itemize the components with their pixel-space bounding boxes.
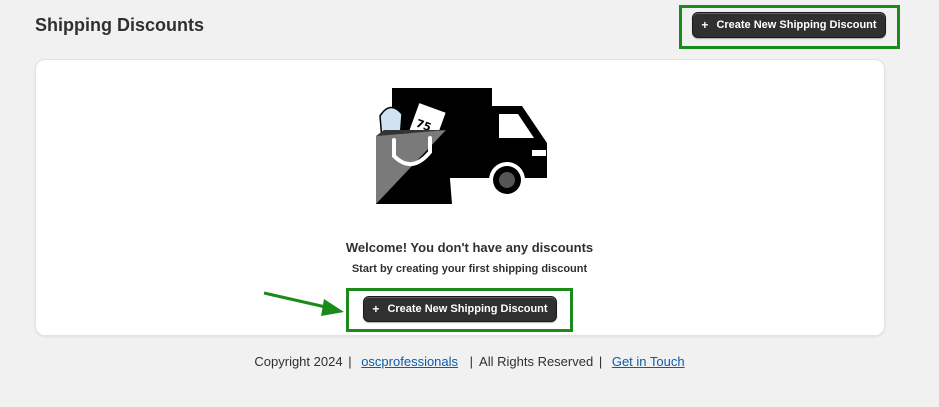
create-discount-label: Create New Shipping Discount [387,303,548,315]
empty-state-subheading: Start by creating your first shipping di… [351,263,588,275]
footer-separator: | [348,354,352,369]
create-discount-button-empty-state[interactable]: + Create New Shipping Discount [363,296,557,322]
create-discount-label: Create New Shipping Discount [716,19,877,31]
plus-icon: + [372,302,380,316]
plus-icon: + [701,18,709,32]
empty-state-heading: Welcome! You don't have any discounts [345,240,594,255]
truck-shopping-bag-icon: 75 [376,88,547,204]
footer-contact-link[interactable]: Get in Touch [612,354,685,369]
footer-company-link[interactable]: oscprofessionals [361,354,458,369]
footer: Copyright 2024 | oscprofessionals | All R… [0,354,939,369]
footer-separator: | [598,354,603,369]
footer-separator: | [469,354,474,369]
arrow-icon [263,291,344,316]
page-title: Shipping Discounts [35,15,204,35]
footer-copyright: Copyright 2024 [254,354,343,369]
footer-rights: All Rights Reserved [479,354,594,369]
create-discount-button-header[interactable]: + Create New Shipping Discount [692,12,886,38]
